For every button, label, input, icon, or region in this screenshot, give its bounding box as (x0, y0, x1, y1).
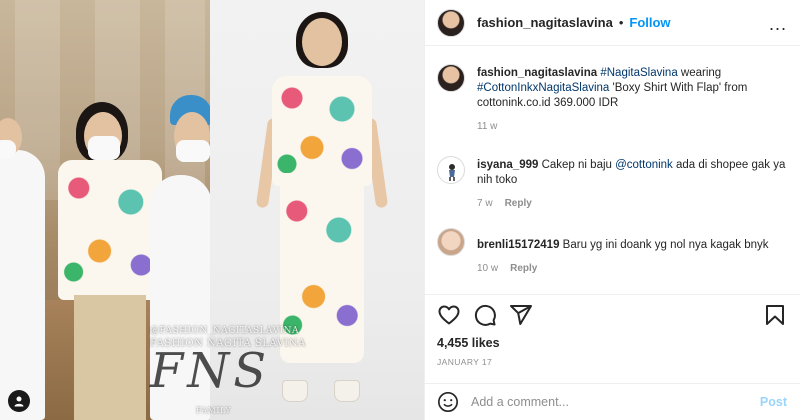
instagram-post: @FASHION_NAGITASLAVINA FASHION NAGITA SL… (0, 0, 800, 420)
comment-item: isyana_999 Cakep ni baju @cottonink ada … (425, 148, 800, 220)
person-icon (14, 396, 24, 407)
separator-dot: • (618, 15, 624, 30)
more-options-icon[interactable]: ... (769, 14, 787, 35)
header-username[interactable]: fashion_nagitaslavina (477, 15, 613, 30)
caption-meta: 11 w (477, 121, 787, 132)
avatar[interactable] (437, 228, 465, 256)
user-tag-icon[interactable] (8, 390, 30, 412)
post-side-panel: fashion_nagitaslavina • Follow ... fashi… (424, 0, 800, 420)
comment-meta: 10 w Reply (477, 263, 787, 274)
watermark-family: FAMILY (196, 406, 232, 415)
emoji-icon[interactable] (437, 391, 459, 413)
caption-fragment: wearing (677, 67, 722, 79)
comments-list[interactable]: fashion_nagitaslavina #NagitaSlavina wea… (425, 56, 800, 291)
comment-username[interactable]: isyana_999 (477, 159, 538, 171)
comment-input[interactable] (471, 395, 721, 409)
small-figure-icon (449, 164, 455, 181)
hashtag-link[interactable]: #NagitaSlavina (600, 67, 677, 79)
caption-text: fashion_nagitaslavina #NagitaSlavina wea… (477, 56, 787, 111)
model-head (302, 18, 342, 66)
fns-logo: FNS (150, 343, 271, 399)
comment-meta: 7 w Reply (477, 198, 787, 209)
avatar[interactable] (437, 64, 465, 92)
post-media[interactable]: @FASHION_NAGITASLAVINA FASHION NAGITA SL… (0, 0, 424, 420)
action-bar (425, 294, 800, 334)
share-icon[interactable] (509, 303, 533, 327)
heart-icon[interactable] (437, 303, 461, 327)
boxy-shirt (272, 76, 372, 186)
person-left (0, 150, 45, 420)
model-shoe (334, 380, 360, 402)
mention-link[interactable]: @cottonink (615, 159, 673, 171)
pleated-pants (74, 295, 146, 420)
model-shoe (282, 380, 308, 402)
comment-text: isyana_999 Cakep ni baju @cottonink ada … (477, 148, 787, 188)
comment-item: brenli15172419 Baru yg ini doank yg nol … (425, 220, 800, 280)
bookmark-icon[interactable] (763, 303, 787, 327)
post-date[interactable]: JANUARY 17 (437, 357, 492, 367)
post-comment-button[interactable]: Post (760, 395, 787, 409)
face-mask (176, 140, 210, 162)
comment-username[interactable]: brenli15172419 (477, 239, 559, 251)
face-mask (88, 136, 120, 160)
model-figure (255, 8, 392, 413)
caption-time[interactable]: 11 w (477, 121, 497, 132)
comment-time[interactable]: 7 w (477, 198, 493, 209)
avatar[interactable] (437, 8, 465, 37)
caption-username[interactable]: fashion_nagitaslavina (477, 67, 597, 79)
comment-fragment: Cakep ni baju (538, 159, 616, 171)
caption-item: fashion_nagitaslavina #NagitaSlavina wea… (425, 56, 800, 148)
comment-text: brenli15172419 Baru yg ini doank yg nol … (477, 220, 787, 253)
patterned-shirt (58, 160, 162, 300)
reply-button[interactable]: Reply (510, 263, 537, 274)
comment-fragment: Baru yg ini doank yg nol nya kagak bnyk (559, 239, 769, 251)
likes-count[interactable]: 4,455 likes (437, 336, 500, 350)
comment-icon[interactable] (473, 303, 497, 327)
hashtag-link[interactable]: #CottonInkxNagitaSlavina (477, 82, 609, 94)
follow-button[interactable]: Follow (629, 15, 670, 30)
comment-time[interactable]: 10 w (477, 263, 498, 274)
avatar[interactable] (437, 156, 465, 184)
post-header: fashion_nagitaslavina • Follow ... (425, 0, 800, 46)
face-mask (0, 140, 16, 158)
add-comment-bar: Post (425, 383, 800, 420)
reply-button[interactable]: Reply (505, 198, 532, 209)
watermark-handle: @FASHION_NAGITASLAVINA (150, 326, 300, 336)
